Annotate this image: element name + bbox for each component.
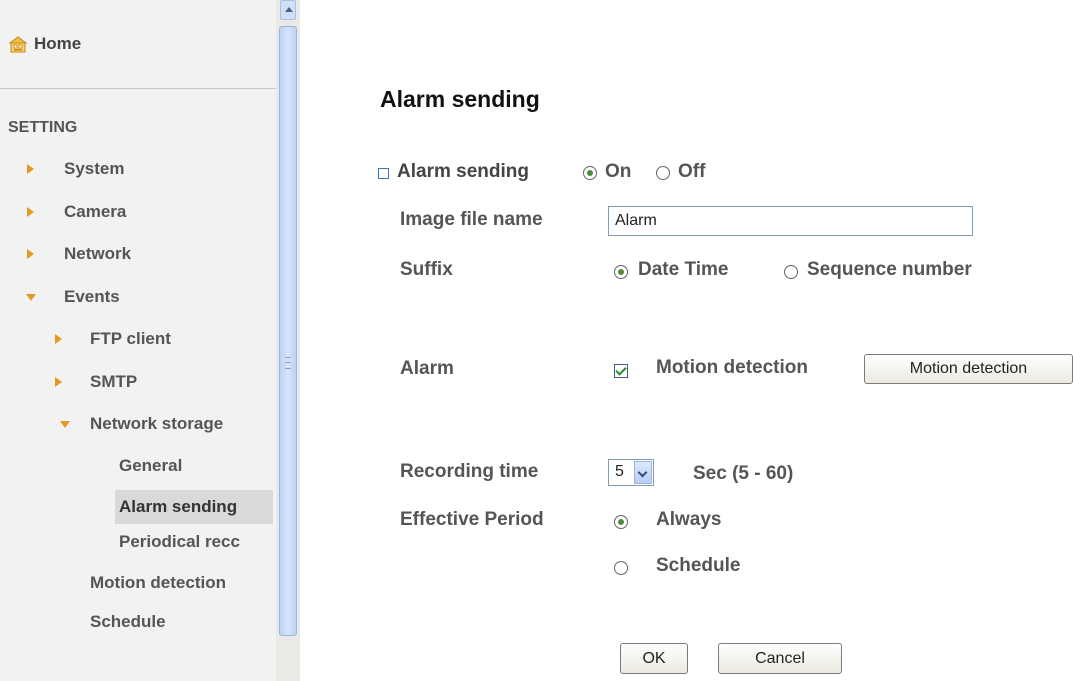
suffix-date-time-label: Date Time (638, 259, 729, 280)
suffix-date-time-radio[interactable] (614, 265, 628, 279)
alarm-sending-label: Alarm sending (397, 161, 529, 182)
home-label: Home (34, 34, 82, 53)
suffix-sequence-number-label: Sequence number (807, 259, 972, 280)
image-file-name-label: Image file name (400, 209, 543, 230)
sidebar-divider (0, 88, 276, 89)
collapse-arrow-icon[interactable] (60, 421, 70, 428)
effective-period-schedule-label: Schedule (656, 555, 741, 576)
recording-time-range: Sec (5 - 60) (693, 463, 794, 484)
alarm-label: Alarm (400, 358, 454, 379)
recording-time-label: Recording time (400, 461, 539, 482)
ok-button[interactable]: OK (620, 643, 688, 674)
expand-arrow-icon[interactable] (55, 334, 62, 344)
page-title: Alarm sending (380, 86, 540, 112)
sidebar-item-motion-detection[interactable]: Motion detection (90, 573, 226, 593)
sidebar-item-periodical-recording[interactable]: Periodical recc (119, 532, 240, 552)
home-icon (8, 36, 28, 53)
sidebar-item-network-storage[interactable]: Network storage (90, 414, 223, 434)
sidebar-item-ftp-client[interactable]: FTP client (90, 329, 171, 349)
sidebar-item-events[interactable]: Events (64, 287, 120, 307)
image-file-name-input[interactable] (608, 206, 973, 236)
suffix-sequence-number-radio[interactable] (784, 265, 798, 279)
expand-arrow-icon[interactable] (27, 164, 34, 174)
motion-detection-button[interactable]: Motion detection (864, 354, 1073, 384)
expand-arrow-icon[interactable] (27, 249, 34, 259)
cancel-button[interactable]: Cancel (718, 643, 842, 674)
sidebar-item-schedule[interactable]: Schedule (90, 612, 166, 632)
alarm-sending-off-label: Off (678, 161, 706, 182)
scrollbar-thumb[interactable] (279, 26, 297, 636)
home-link[interactable]: Home (8, 34, 81, 54)
expand-arrow-icon[interactable] (55, 377, 62, 387)
effective-period-always-radio[interactable] (614, 515, 628, 529)
scroll-up-icon[interactable] (280, 0, 296, 20)
sidebar-item-network[interactable]: Network (64, 244, 131, 264)
recording-time-select[interactable]: 5 (608, 459, 654, 486)
sidebar-item-smtp[interactable]: SMTP (90, 372, 137, 392)
sidebar-item-system[interactable]: System (64, 159, 124, 179)
chevron-down-icon[interactable] (634, 461, 652, 484)
main-content: Alarm sending Alarm sending On Off Image… (300, 0, 1073, 681)
effective-period-label: Effective Period (400, 509, 544, 530)
sidebar: Home SETTING System Camera Network Event… (0, 0, 300, 681)
sidebar-item-general[interactable]: General (119, 456, 182, 476)
alarm-sending-on-radio[interactable] (583, 166, 597, 180)
bullet-square-icon (378, 168, 389, 179)
effective-period-schedule-radio[interactable] (614, 561, 628, 575)
alarm-sending-off-radio[interactable] (656, 166, 670, 180)
sidebar-item-camera[interactable]: Camera (64, 202, 126, 222)
sidebar-content: Home SETTING System Camera Network Event… (0, 0, 276, 681)
setting-section-label: SETTING (8, 119, 78, 136)
sidebar-item-alarm-sending[interactable]: Alarm sending (115, 490, 273, 524)
scrollbar-grip-icon (285, 357, 291, 369)
motion-detection-checkbox-label: Motion detection (656, 357, 808, 378)
recording-time-value: 5 (615, 463, 624, 480)
alarm-sending-on-label: On (605, 161, 632, 182)
effective-period-always-label: Always (656, 509, 722, 530)
expand-arrow-icon[interactable] (27, 207, 34, 217)
collapse-arrow-icon[interactable] (26, 294, 36, 301)
sidebar-scrollbar[interactable] (276, 0, 300, 681)
motion-detection-checkbox[interactable] (614, 364, 628, 378)
suffix-label: Suffix (400, 259, 453, 280)
